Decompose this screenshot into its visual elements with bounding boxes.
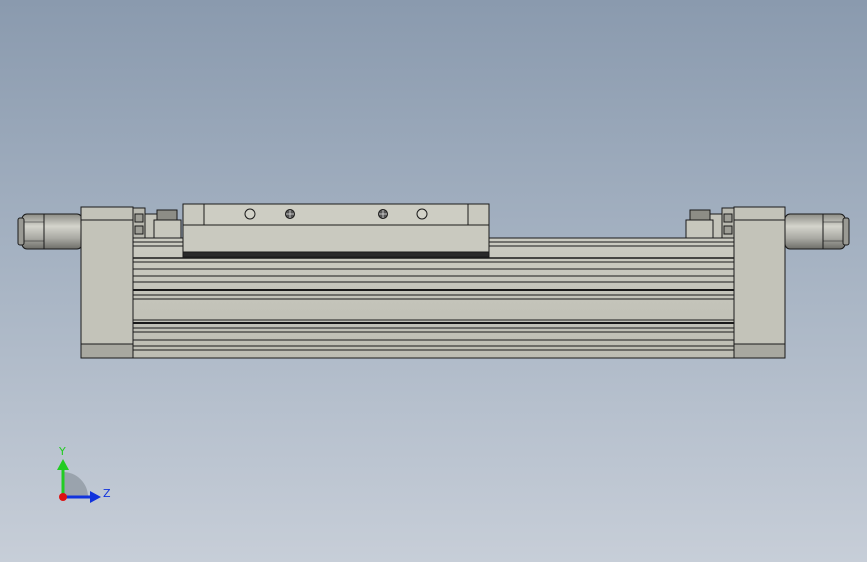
orientation-triad: Y Z (57, 445, 111, 503)
linear-actuator-model[interactable] (17, 203, 850, 359)
triad-quadrant (63, 472, 88, 497)
carriage[interactable] (182, 203, 490, 258)
left-end-cap[interactable] (80, 206, 134, 359)
z-axis-arrowhead (90, 491, 101, 503)
socket-screw (285, 209, 295, 219)
right-end-cap[interactable] (733, 206, 786, 359)
left-connector[interactable] (17, 213, 83, 250)
mounting-hole (244, 208, 256, 220)
right-connector[interactable] (784, 213, 850, 250)
y-axis-label: Y (58, 445, 66, 458)
graphics-viewport[interactable]: Y Z (0, 0, 867, 562)
cad-scene[interactable]: Y Z (0, 0, 867, 562)
z-axis-label: Z (103, 487, 111, 500)
socket-screw (378, 209, 388, 219)
mounting-hole (416, 208, 428, 220)
x-axis-dot (59, 493, 67, 501)
right-stopper[interactable] (685, 207, 735, 239)
left-stopper[interactable] (132, 207, 182, 239)
y-axis-arrowhead (57, 459, 69, 470)
